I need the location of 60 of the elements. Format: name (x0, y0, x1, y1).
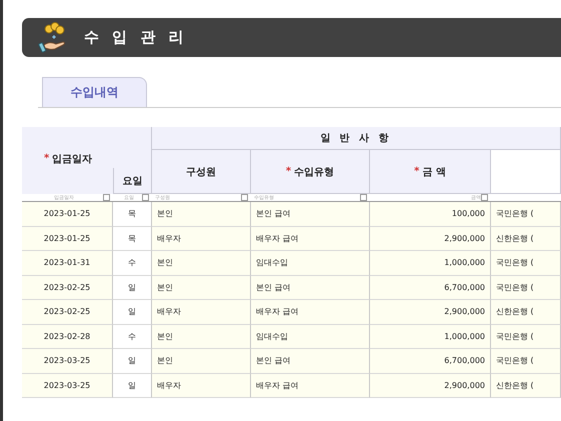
table-cell: 본인 (152, 251, 251, 276)
table-cell: 신한은행 ( (491, 374, 561, 398)
table-cell: 2,900,000 (370, 374, 491, 398)
table-cell: 일 (113, 349, 152, 374)
column-header: * 금 액 (370, 150, 491, 194)
table-cell: 2,900,000 (370, 226, 491, 251)
table-cell: 2023-02-25 (22, 276, 113, 300)
table-cell: 2023-03-25 (22, 374, 113, 398)
table-cell: 2,900,000 (370, 300, 491, 324)
table-cell: 배우자 급여 (251, 374, 370, 398)
table-cell: 목 (113, 226, 152, 251)
table-cell: 배우자 (152, 300, 251, 324)
filter-icon[interactable] (241, 194, 248, 201)
table-cell: 국민은행 ( (491, 276, 561, 300)
table-cell: 수 (113, 324, 152, 349)
table-cell: 본인 (152, 202, 251, 226)
table-cell: 국민은행 ( (491, 324, 561, 349)
table-cell: 본인 급여 (251, 276, 370, 300)
table-cell: 1,000,000 (370, 251, 491, 276)
table-cell: 배우자 (152, 226, 251, 251)
table-cell: 국민은행 ( (491, 251, 561, 276)
column-header: 구성원 (152, 150, 251, 194)
table-cell: 2023-03-25 (22, 349, 113, 374)
table-cell: 배우자 (152, 374, 251, 398)
table-cell: 1,000,000 (370, 324, 491, 349)
table-cell: 국민은행 ( (491, 202, 561, 226)
table-cell: 2023-02-28 (22, 324, 113, 349)
column-header: * 수입유형 (251, 150, 370, 194)
table-cell: 본인 (152, 349, 251, 374)
table-cell: 국민은행 ( (491, 349, 561, 374)
table-cell: 신한은행 ( (491, 226, 561, 251)
table-cell: 일 (113, 300, 152, 324)
table-cell: 본인 (152, 324, 251, 349)
group-header: 일 반 사 항 (152, 127, 561, 150)
table-cell: 2023-01-31 (22, 251, 113, 276)
table-cell: 2023-01-25 (22, 226, 113, 251)
table-cell: 본인 (152, 276, 251, 300)
filter-icon[interactable] (360, 194, 367, 201)
table-cell: 6,700,000 (370, 276, 491, 300)
table-cell: 일 (113, 276, 152, 300)
table-cell: 임대수입 (251, 251, 370, 276)
table-cell: 2023-01-25 (22, 202, 113, 226)
filter-icon[interactable] (142, 194, 149, 201)
column-header: 요일 (113, 168, 152, 194)
table-cell: 일 (113, 374, 152, 398)
table-cell: 6,700,000 (370, 349, 491, 374)
page-title: 수 입 관 리 (84, 28, 188, 47)
table-cell: 본인 급여 (251, 202, 370, 226)
table-cell: 임대수입 (251, 324, 370, 349)
table-cell: 본인 급여 (251, 349, 370, 374)
table-cell: 배우자 급여 (251, 226, 370, 251)
filter-icon[interactable] (103, 194, 110, 201)
table-cell: 목 (113, 202, 152, 226)
table-cell: 100,000 (370, 202, 491, 226)
table-cell: 수 (113, 251, 152, 276)
table-cell: 배우자 급여 (251, 300, 370, 324)
table-cell: 신한은행 ( (491, 300, 561, 324)
table-cell: 2023-02-25 (22, 300, 113, 324)
tab[interactable]: 수입내역 (42, 77, 147, 107)
filter-icon[interactable] (481, 194, 488, 201)
